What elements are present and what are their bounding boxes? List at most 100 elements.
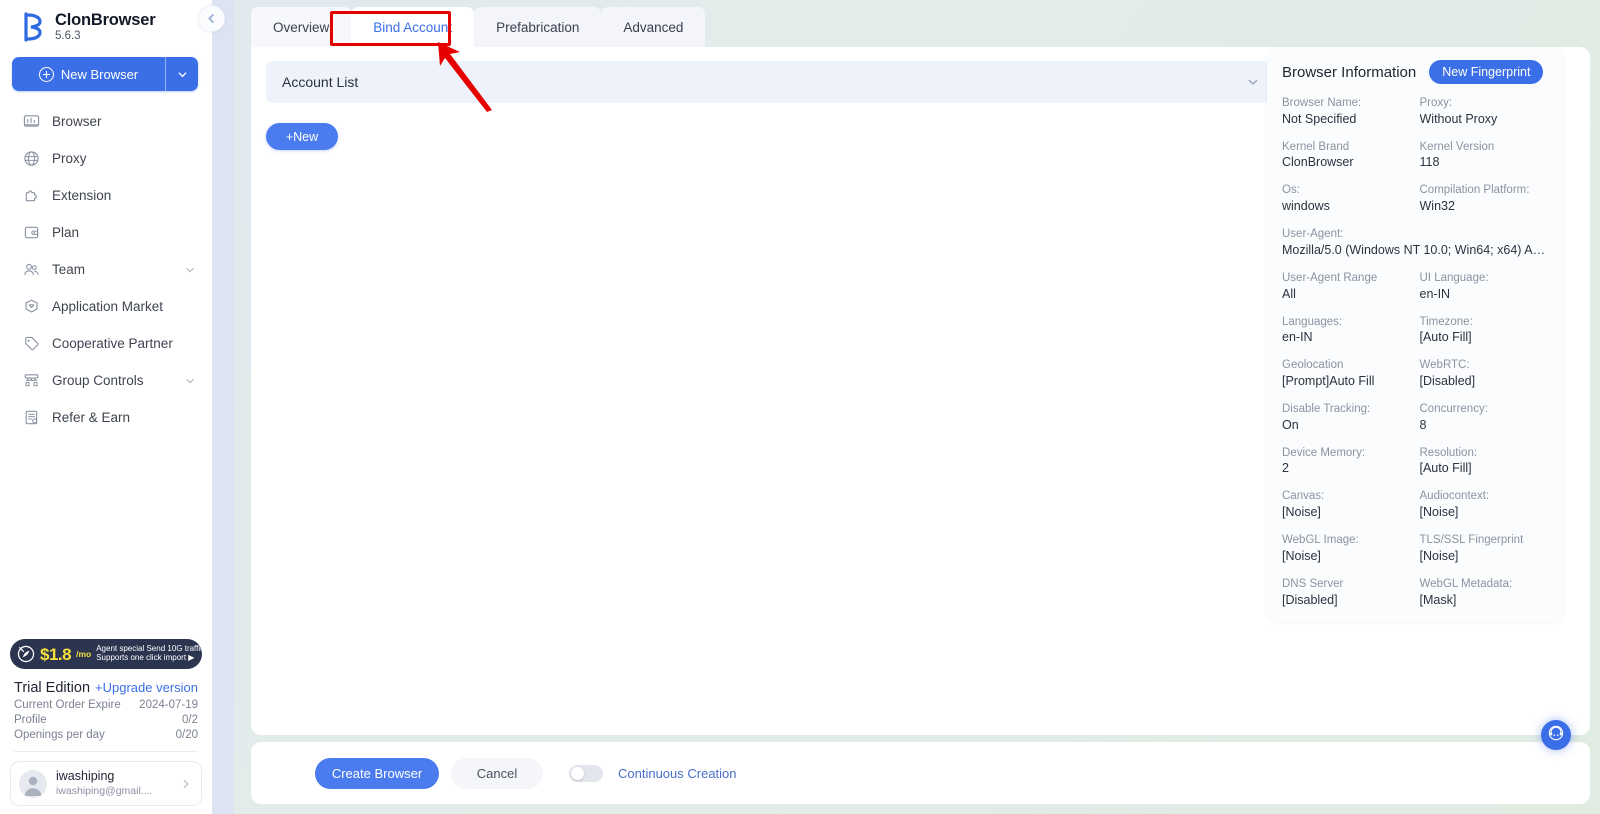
info-field: Kernel Version 118 <box>1420 140 1550 171</box>
sidebar-item-browser[interactable]: Browser <box>0 103 212 140</box>
info-field-value: [Auto Fill] <box>1419 461 1472 476</box>
info-field-value: en-IN <box>1282 330 1313 345</box>
info-field-key: User-Agent: <box>1282 228 1344 241</box>
sidebar-collapse-button[interactable] <box>198 5 225 32</box>
tab-prefabrication[interactable]: Prefabrication <box>474 7 602 47</box>
plan-row: Profile 0/2 <box>10 711 202 726</box>
info-field: UI Language: en-IN <box>1420 271 1550 302</box>
info-field: Device Memory: 2 <box>1282 446 1412 477</box>
tab-label: Overview <box>273 19 330 35</box>
info-field-key: Disable Tracking: <box>1282 403 1371 416</box>
new-browser-button-group[interactable]: New Browser <box>12 57 198 92</box>
create-browser-button[interactable]: Create Browser <box>315 757 439 789</box>
info-field: Browser Name: Not Specified <box>1282 96 1412 127</box>
chevron-right-icon[interactable] <box>180 778 192 790</box>
info-field-key: Proxy: <box>1419 97 1453 109</box>
info-field-key: DNS Server <box>1282 577 1344 590</box>
new-fingerprint-button[interactable]: New Fingerprint <box>1429 60 1544 84</box>
plan-row-value: 2024-07-19 <box>139 699 198 712</box>
new-browser-button[interactable]: New Browser <box>12 57 166 92</box>
promo-banner[interactable]: $1.8 /mo Agent special Send 10G traffic … <box>10 639 202 670</box>
info-field: Disable Tracking: On <box>1282 402 1412 433</box>
sidebar-item-cooperative-partner[interactable]: Cooperative Partner <box>0 325 212 362</box>
tab-label: Bind Account <box>373 19 453 35</box>
info-field-key: Languages: <box>1282 315 1343 328</box>
tab-overview[interactable]: Overview <box>251 7 352 47</box>
info-field-value: Win32 <box>1419 199 1455 214</box>
new-account-button[interactable]: +New <box>266 123 338 150</box>
handshake-tag-icon <box>22 335 40 353</box>
info-field: Os: windows <box>1282 183 1412 214</box>
info-field-value: [Noise] <box>1282 505 1321 520</box>
continuous-creation-toggle[interactable] <box>569 764 603 782</box>
info-field-key: WebRTC: <box>1419 359 1470 372</box>
account-list-title: Account List <box>282 74 359 90</box>
info-field-key: Resolution: <box>1419 446 1478 459</box>
plan-row: Openings per day 0/20 <box>10 726 202 741</box>
upgrade-version-link[interactable]: +Upgrade version <box>95 680 198 695</box>
chevron-down-icon[interactable] <box>1246 75 1260 89</box>
info-field: DNS Server [Disabled] <box>1282 577 1412 608</box>
sidebar-item-extension[interactable]: Extension <box>0 177 212 214</box>
sidebar-item-proxy[interactable]: Proxy <box>0 140 212 177</box>
people-icon <box>22 261 40 279</box>
sidebar: ClonBrowser 5.6.3 New Browser Browser Pr… <box>0 0 212 814</box>
rocket-icon <box>17 645 35 663</box>
browser-information-grid: Browser Name: Not Specified Proxy: Without… <box>1282 96 1549 608</box>
info-field-value: en-IN <box>1419 286 1451 301</box>
info-field: WebGL Image: [Noise] <box>1282 533 1412 564</box>
tab-bind-account[interactable]: Bind Account <box>351 7 475 47</box>
tab-bar: Overview Bind Account Prefabrication Adv… <box>234 0 1600 47</box>
info-field-value: [Prompt]Auto Fill <box>1282 374 1375 389</box>
continuous-creation-label[interactable]: Continuous Creation <box>618 766 737 781</box>
brand-version: 5.6.3 <box>55 30 81 43</box>
chevron-down-icon[interactable] <box>184 264 196 276</box>
info-field: TLS/SSL Fingerprint [Noise] <box>1420 533 1550 564</box>
chevron-down-icon <box>178 72 186 78</box>
info-field: Audiocontext: [Noise] <box>1420 489 1550 520</box>
chevron-down-icon[interactable] <box>184 375 196 387</box>
sidebar-item-label: Refer & Earn <box>52 410 131 426</box>
info-field: Canvas: [Noise] <box>1282 489 1412 520</box>
sidebar-item-label: Proxy <box>52 151 87 167</box>
sidebar-item-group-controls[interactable]: Group Controls <box>0 362 212 399</box>
info-field: Resolution: [Auto Fill] <box>1420 446 1550 477</box>
info-field-key: Audiocontext: <box>1419 490 1490 503</box>
sidebar-item-label: Group Controls <box>52 373 144 389</box>
info-field-key: WebGL Image: <box>1282 534 1359 547</box>
sidebar-item-refer-and-earn[interactable]: Refer & Earn <box>0 399 212 436</box>
info-field: Timezone: [Auto Fill] <box>1420 315 1550 346</box>
plan-header: Trial Edition +Upgrade version <box>10 680 202 696</box>
cancel-button[interactable]: Cancel <box>451 757 543 789</box>
info-field-value: On <box>1282 417 1299 432</box>
sidebar-item-team[interactable]: Team <box>0 251 212 288</box>
info-field-value: Not Specified <box>1282 111 1357 126</box>
new-browser-dropdown-button[interactable] <box>166 57 198 91</box>
grid-controls-icon <box>22 372 40 390</box>
tab-label: Prefabrication <box>496 19 580 35</box>
account-card[interactable]: iwashiping iwashiping@gmail.... <box>10 761 202 806</box>
customer-support-button[interactable] <box>1541 720 1571 750</box>
info-field-key: Timezone: <box>1419 315 1473 328</box>
info-field: WebGL Metadata: [Mask] <box>1420 577 1550 608</box>
sidebar-item-label: Browser <box>52 114 102 130</box>
sidebar-bottom: $1.8 /mo Agent special Send 10G traffic … <box>0 639 212 814</box>
tab-advanced[interactable]: Advanced <box>601 7 706 47</box>
info-field-value: 2 <box>1282 461 1289 476</box>
info-field: Proxy: Without Proxy <box>1420 96 1550 127</box>
divider <box>14 751 198 753</box>
brand: ClonBrowser 5.6.3 <box>0 0 212 48</box>
sidebar-item-label: Cooperative Partner <box>52 336 173 352</box>
account-list-header[interactable]: Account List <box>266 61 1276 103</box>
info-field-value: [Noise] <box>1419 505 1459 520</box>
plan-row-value: 0/2 <box>182 714 198 727</box>
sidebar-item-plan[interactable]: Plan <box>0 214 212 251</box>
info-field-value: ClonBrowser <box>1282 155 1354 170</box>
sidebar-item-application-market[interactable]: Application Market <box>0 288 212 325</box>
plan-row-label: Profile <box>14 714 47 727</box>
info-field-value: [Auto Fill] <box>1419 330 1472 345</box>
browser-information-panel: Browser Information New Fingerprint Brow… <box>1267 47 1564 622</box>
info-field-key: User-Agent Range <box>1282 271 1378 284</box>
clonbrowser-logo-icon <box>20 12 46 42</box>
info-field-value: 118 <box>1419 155 1440 170</box>
